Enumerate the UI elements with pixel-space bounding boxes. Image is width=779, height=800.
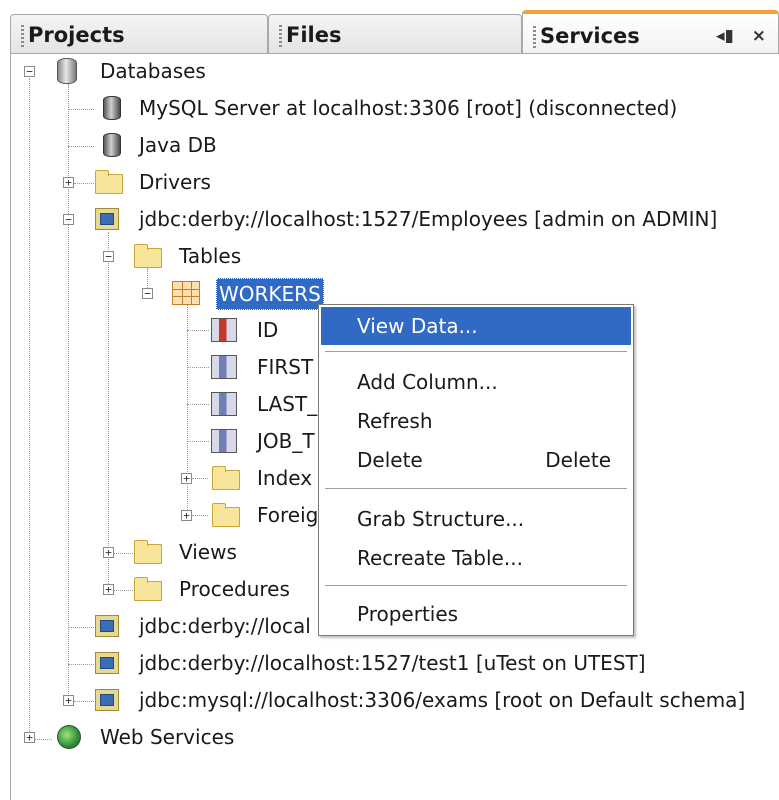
tree-label-mysql-server: MySQL Server at localhost:3306 [root] (d…	[139, 96, 678, 120]
expand-icon[interactable]: +	[103, 584, 114, 595]
expand-icon[interactable]: +	[63, 695, 74, 706]
menu-item-delete[interactable]: Delete Delete	[321, 441, 631, 479]
expand-icon[interactable]: +	[181, 510, 192, 521]
collapse-icon[interactable]: −	[63, 214, 74, 225]
context-menu: View Data... Add Column... Refresh Delet…	[318, 304, 634, 636]
tree-node-procedures[interactable]: + Procedures	[0, 571, 318, 608]
tree-label-conn-exams: jdbc:mysql://localhost:3306/exams [root …	[139, 688, 746, 712]
drag-grip-icon	[21, 25, 24, 47]
menu-separator	[325, 585, 627, 587]
column-icon	[211, 355, 237, 379]
tree-label-foreign-keys: Foreig	[257, 503, 319, 527]
tab-files-label: Files	[286, 23, 342, 47]
tab-files[interactable]: Files	[268, 14, 522, 54]
tree-node-column-last[interactable]: LAST_	[0, 386, 318, 423]
menu-item-recreate-table[interactable]: Recreate Table...	[321, 539, 631, 577]
tree-node-column-job[interactable]: JOB_T	[0, 423, 318, 460]
tree-node-indexes[interactable]: + Index	[0, 460, 318, 497]
tree-node-mysql-server[interactable]: MySQL Server at localhost:3306 [root] (d…	[0, 90, 760, 127]
tab-services-label: Services	[540, 24, 640, 48]
tree-node-web-services[interactable]: + Web Services	[0, 719, 400, 756]
database-icon	[57, 58, 77, 84]
tab-projects[interactable]: Projects	[10, 14, 268, 54]
drag-grip-icon	[533, 26, 536, 48]
menu-item-shortcut: Delete	[545, 448, 611, 472]
tree-label-conn-employees: jdbc:derby://localhost:1527/Employees [a…	[139, 207, 718, 231]
expand-icon[interactable]: +	[24, 732, 35, 743]
menu-item-grab-structure[interactable]: Grab Structure...	[321, 500, 631, 538]
menu-item-add-column[interactable]: Add Column...	[321, 363, 631, 401]
web-services-icon	[57, 725, 81, 749]
tree-node-conn-exams[interactable]: + jdbc:mysql://localhost:3306/exams [roo…	[0, 682, 779, 719]
table-icon	[172, 281, 200, 305]
folder-icon	[95, 170, 123, 194]
menu-item-label: Grab Structure...	[357, 507, 525, 531]
tree-label-procedures: Procedures	[179, 577, 290, 601]
tree-node-tables[interactable]: − Tables	[0, 238, 400, 275]
expand-icon[interactable]: +	[63, 177, 74, 188]
expand-icon[interactable]: +	[181, 473, 192, 484]
connection-icon	[95, 208, 119, 230]
tab-services[interactable]: Services ◂▮ ×	[522, 10, 779, 54]
folder-icon	[212, 503, 240, 527]
tree-node-conn-test1[interactable]: jdbc:derby://localhost:1527/test1 [uTest…	[0, 645, 700, 682]
menu-item-label: Delete	[357, 448, 423, 472]
tree-node-column-first[interactable]: FIRST	[0, 349, 318, 386]
tree-label-column: FIRST	[257, 355, 314, 379]
tree-label-indexes: Index	[257, 466, 313, 490]
tab-bar: Projects Files Services ◂▮ ×	[0, 0, 779, 54]
menu-separator	[325, 488, 627, 490]
tree-node-column-id[interactable]: ID	[0, 312, 318, 349]
tree-node-views[interactable]: + Views	[0, 534, 318, 571]
folder-icon	[134, 540, 162, 564]
collapse-icon[interactable]: −	[103, 251, 114, 262]
tree-label-column: ID	[257, 318, 279, 342]
tree-label-databases: Databases	[100, 59, 206, 83]
menu-separator	[325, 351, 627, 353]
tree-node-conn-employees[interactable]: − jdbc:derby://localhost:1527/Employees …	[0, 201, 770, 238]
tree-label-column: JOB_T	[257, 429, 315, 453]
tree-label-drivers: Drivers	[139, 170, 211, 194]
tab-projects-label: Projects	[28, 23, 125, 47]
menu-item-label: Refresh	[357, 409, 433, 433]
connection-icon	[95, 652, 119, 674]
collapse-icon[interactable]: −	[24, 66, 35, 77]
menu-item-label: View Data...	[357, 314, 478, 338]
menu-item-label: Recreate Table...	[357, 546, 523, 570]
tree-label-views: Views	[179, 540, 237, 564]
tree-label-workers: WORKERS	[216, 278, 324, 310]
restore-window-icon[interactable]: ◂▮	[716, 26, 734, 46]
connection-icon	[95, 689, 119, 711]
tree-node-conn-local[interactable]: jdbc:derby://local	[0, 608, 318, 645]
close-icon[interactable]: ×	[752, 26, 766, 46]
tree-node-databases[interactable]: − Databases	[0, 53, 700, 90]
tree-label-conn-test1: jdbc:derby://localhost:1527/test1 [uTest…	[139, 651, 646, 675]
folder-icon	[134, 244, 162, 268]
menu-item-label: Properties	[357, 602, 459, 626]
folder-icon	[134, 577, 162, 601]
menu-item-label: Add Column...	[357, 370, 498, 394]
drag-grip-icon	[279, 25, 282, 47]
tree-label-column: LAST_	[257, 392, 318, 416]
expand-icon[interactable]: +	[103, 547, 114, 558]
collapse-icon[interactable]: −	[142, 288, 153, 299]
tree-node-foreign-keys[interactable]: + Foreig	[0, 497, 318, 534]
tree-label-web-services: Web Services	[100, 725, 235, 749]
folder-icon	[212, 466, 240, 490]
tree-label-conn-local: jdbc:derby://local	[139, 614, 311, 638]
connection-icon	[95, 615, 119, 637]
tree-label-java-db: Java DB	[139, 133, 217, 157]
tree-label-tables: Tables	[179, 244, 242, 268]
column-icon	[211, 429, 237, 453]
column-icon	[211, 392, 237, 416]
tree-node-drivers[interactable]: + Drivers	[0, 164, 400, 201]
server-icon	[103, 96, 121, 120]
server-icon	[103, 133, 121, 157]
primary-key-column-icon	[211, 318, 237, 342]
tree-node-java-db[interactable]: Java DB	[0, 127, 400, 164]
menu-item-view-data[interactable]: View Data...	[321, 307, 631, 345]
menu-item-properties[interactable]: Properties	[321, 595, 631, 633]
menu-item-refresh[interactable]: Refresh	[321, 402, 631, 440]
